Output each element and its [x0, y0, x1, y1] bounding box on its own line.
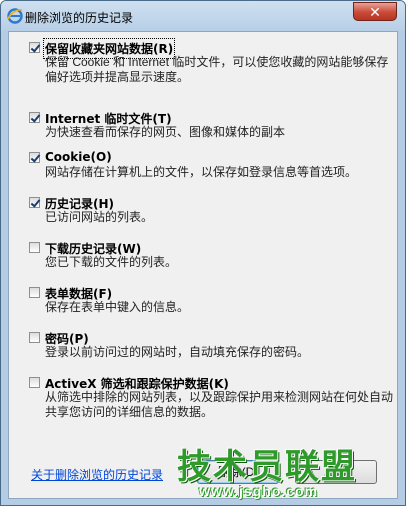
option-description: 已访问网站的列表。 [45, 210, 154, 224]
option-description: 保存在表单中键入的信息。 [45, 300, 190, 314]
close-button[interactable]: ✕ [353, 2, 397, 21]
window-title: 删除浏览的历史记录 [25, 11, 134, 25]
option-description: 登录以前访问过的网站时，自动填充保存的密码。 [45, 345, 310, 359]
dialog-body: 保留收藏夹网站数据(R) 保留 Cookie 和 Internet 临时文件，可以… [8, 31, 398, 499]
option-checkbox[interactable] [29, 197, 40, 208]
option-description: 网站存储在计算机上的文件，以保存如登录信息等首选项。 [45, 165, 358, 179]
option-description: 从筛选中排除的网站列表，以及跟踪保护用来检测网站在何处自动共享您访问的详细信息的… [45, 390, 394, 419]
option-description: 您已下载的文件的列表。 [45, 255, 178, 269]
title-bar[interactable]: 删除浏览的历史记录 ✕ [1, 1, 405, 31]
internet-explorer-icon [7, 8, 23, 24]
option-description: 保留 Cookie 和 Internet 临时文件，可以使您收藏的网站能够保存偏… [45, 55, 389, 84]
cancel-button[interactable]: 取消 [295, 460, 377, 484]
option-checkbox[interactable] [29, 332, 40, 343]
option-description: 为快速查看而保存的网页、图像和媒体的副本 [45, 125, 286, 139]
delete-button[interactable]: 删除(D) [197, 460, 279, 484]
delete-history-dialog: 删除浏览的历史记录 ✕ 保留收藏夹网站数据(R) 保留 Cookie 和 Inte… [0, 0, 406, 506]
about-delete-history-link[interactable]: 关于删除浏览的历史记录 [31, 466, 163, 483]
option-checkbox[interactable] [29, 377, 40, 388]
option-checkbox[interactable] [29, 112, 40, 123]
option-checkbox[interactable] [29, 42, 40, 53]
option-label[interactable]: Cookie(O) [45, 150, 112, 164]
option-checkbox[interactable] [29, 242, 40, 253]
option-checkbox[interactable] [29, 287, 40, 298]
option-checkbox[interactable] [29, 152, 40, 163]
